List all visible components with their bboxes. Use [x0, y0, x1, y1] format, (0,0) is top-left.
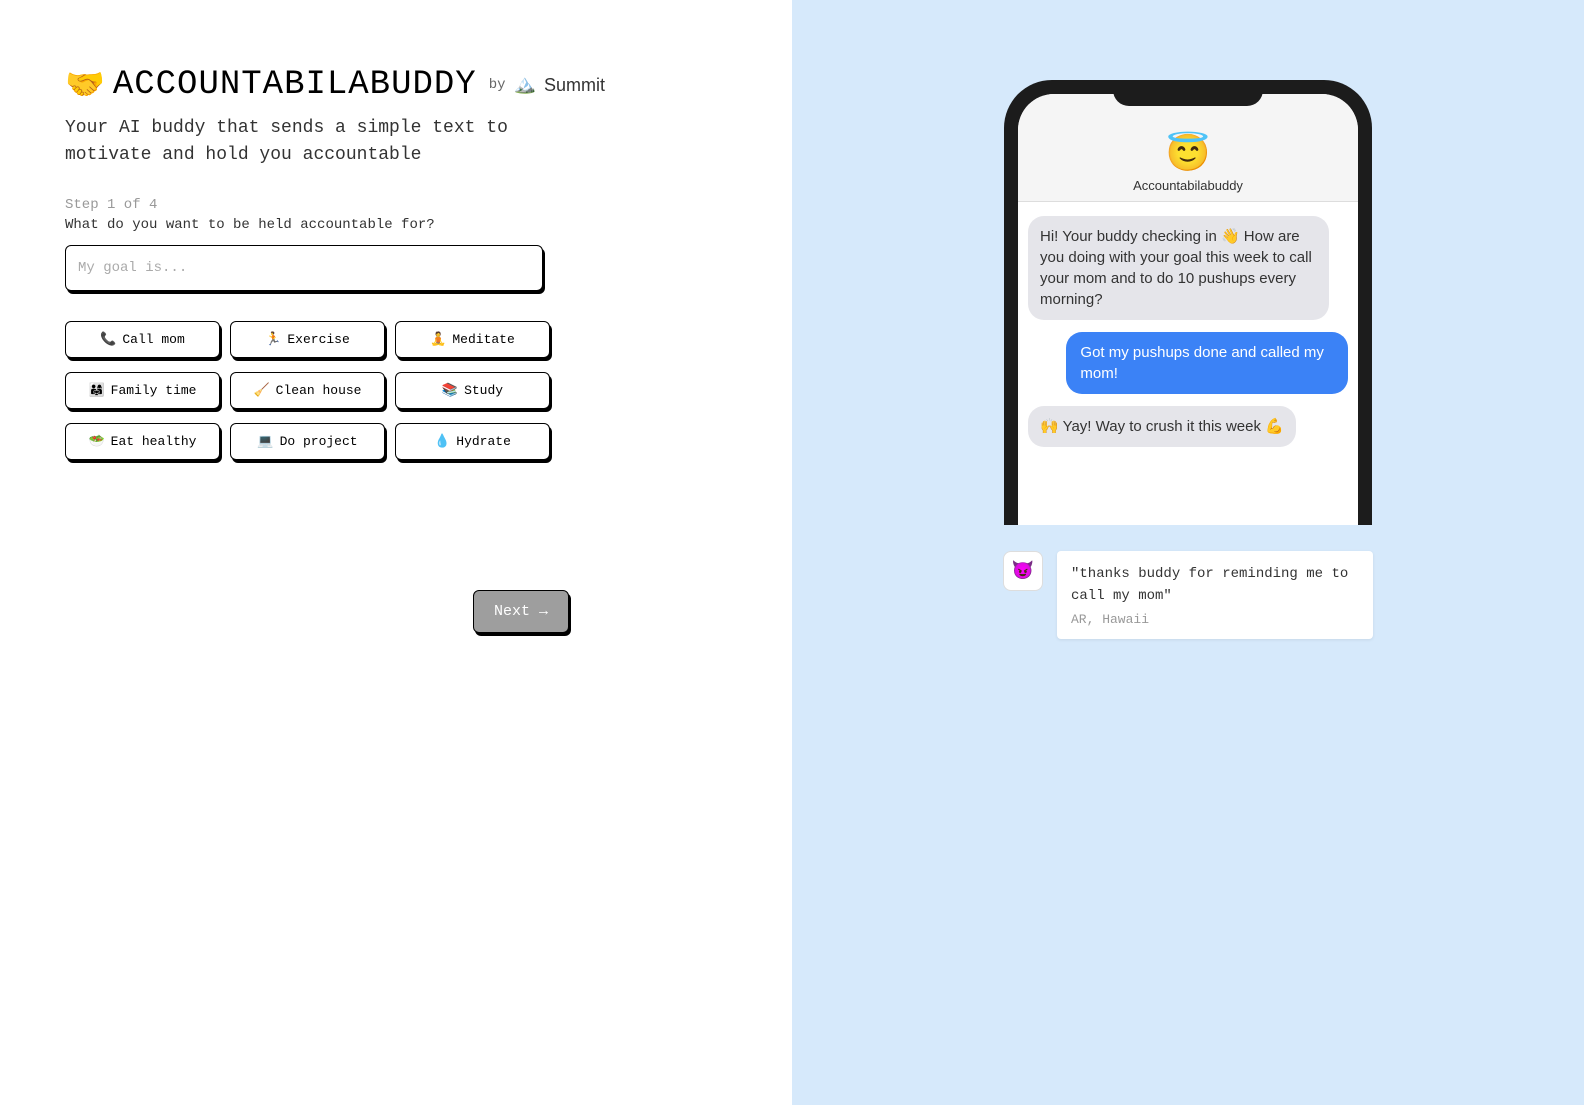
chip-label: Do project: [280, 434, 358, 449]
app-title: ACCOUNTABILABUDDY: [113, 66, 477, 104]
chip-label: Eat healthy: [111, 434, 197, 449]
chip-study[interactable]: 📚 Study: [395, 372, 550, 409]
testimonial-author: AR, Hawaii: [1071, 612, 1359, 627]
devil-icon: 😈: [1012, 560, 1034, 582]
incoming-message: 🙌 Yay! Way to crush it this week 💪: [1028, 406, 1296, 447]
phone-mockup: 😇 Accountabilabuddy Hi! Your buddy check…: [1004, 80, 1372, 525]
chip-label: Clean house: [276, 383, 362, 398]
avatar: 😈: [1003, 551, 1043, 591]
tagline: Your AI buddy that sends a simple text t…: [65, 115, 565, 169]
chip-label: Meditate: [452, 332, 514, 347]
form-question: What do you want to be held accountable …: [65, 217, 727, 233]
books-icon: 📚: [442, 383, 458, 398]
mountain-icon: 🏔️: [514, 74, 536, 96]
chip-family-time[interactable]: 👨‍👩‍👧 Family time: [65, 372, 220, 409]
chip-label: Family time: [111, 383, 197, 398]
testimonial-quote: "thanks buddy for reminding me to call m…: [1071, 563, 1359, 608]
chip-exercise[interactable]: 🏃 Exercise: [230, 321, 385, 358]
chip-eat-healthy[interactable]: 🥗 Eat healthy: [65, 423, 220, 460]
chip-label: Study: [464, 383, 503, 398]
chip-clean-house[interactable]: 🧹 Clean house: [230, 372, 385, 409]
broom-icon: 🧹: [253, 383, 269, 398]
handshake-icon: 🤝: [65, 65, 105, 105]
summit-brand[interactable]: Summit: [544, 75, 605, 96]
chip-hydrate[interactable]: 💧 Hydrate: [395, 423, 550, 460]
chip-label: Exercise: [287, 332, 349, 347]
logo-row: 🤝 ACCOUNTABILABUDDY by 🏔️ Summit: [65, 65, 727, 105]
phone-header: 😇 Accountabilabuddy: [1018, 94, 1358, 202]
chip-do-project[interactable]: 💻 Do project: [230, 423, 385, 460]
chip-call-mom[interactable]: 📞 Call mom: [65, 321, 220, 358]
meditate-icon: 🧘: [430, 332, 446, 347]
salad-icon: 🥗: [88, 434, 104, 449]
goal-input[interactable]: [65, 245, 543, 291]
incoming-message: Hi! Your buddy checking in 👋 How are you…: [1028, 216, 1329, 320]
outgoing-message: Got my pushups done and called my mom!: [1066, 332, 1348, 394]
by-label: by: [489, 77, 506, 93]
family-icon: 👨‍👩‍👧: [88, 383, 104, 398]
phone-notch: [1113, 80, 1263, 106]
chip-label: Call mom: [122, 332, 184, 347]
runner-icon: 🏃: [265, 332, 281, 347]
laptop-icon: 💻: [257, 434, 273, 449]
next-button[interactable]: Next →: [473, 590, 569, 633]
testimonial: 😈 "thanks buddy for reminding me to call…: [1003, 551, 1373, 639]
angel-icon: 😇: [1018, 132, 1358, 176]
chip-meditate[interactable]: 🧘 Meditate: [395, 321, 550, 358]
water-icon: 💧: [434, 434, 450, 449]
chip-label: Hydrate: [456, 434, 511, 449]
contact-name: Accountabilabuddy: [1018, 178, 1358, 193]
phone-icon: 📞: [100, 332, 116, 347]
step-indicator: Step 1 of 4: [65, 197, 727, 213]
